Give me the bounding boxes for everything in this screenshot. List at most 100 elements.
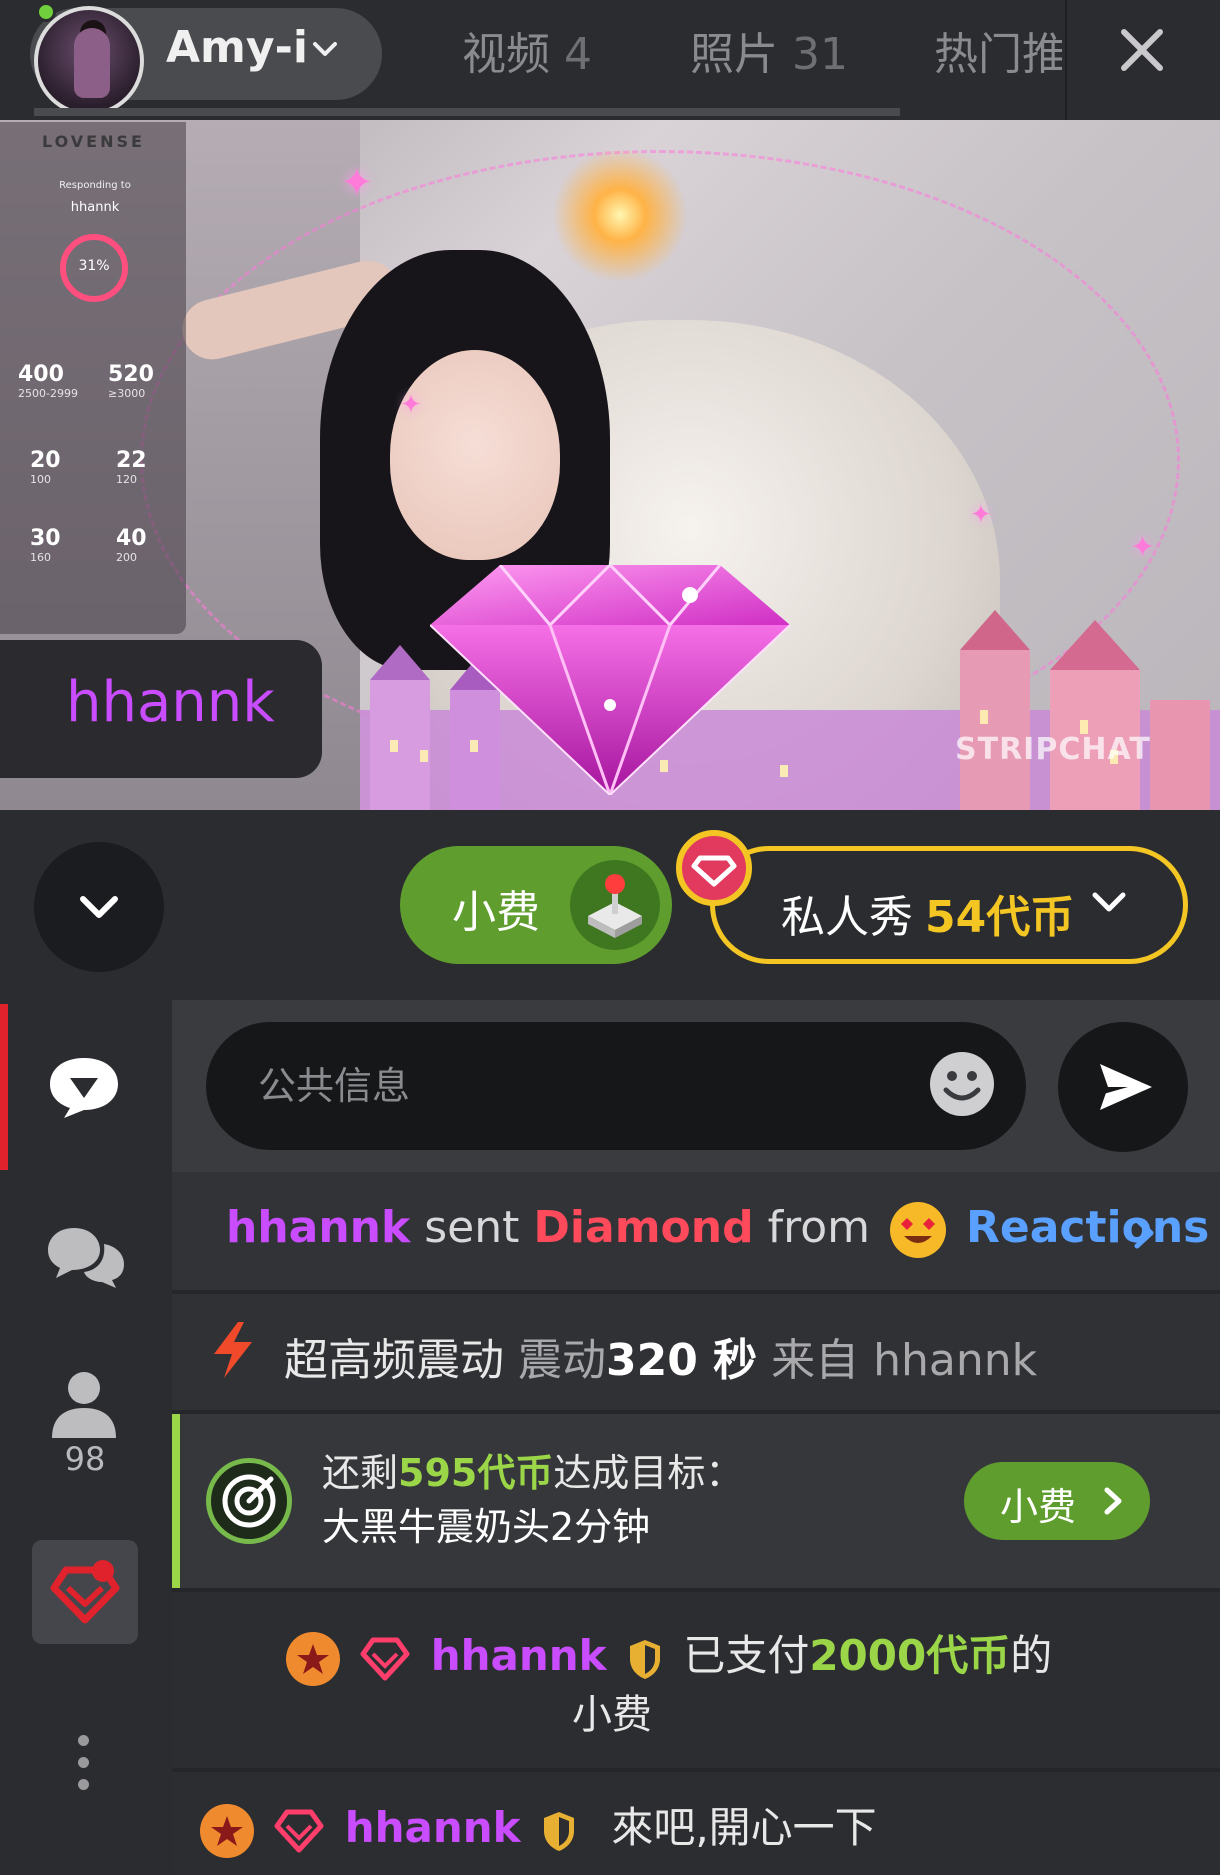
lovense-level-range: 100 [30, 473, 51, 486]
shield-icon [543, 1811, 574, 1851]
lovense-level-value: 20 [30, 448, 61, 473]
chat-panel: hhannk sent Diamond from Reactions 超高频震动… [172, 1000, 1220, 1875]
chat-message: hhannk 來吧,開心一下 [172, 1772, 1220, 1875]
tab-videos[interactable]: 视频 4 [462, 18, 592, 82]
active-indicator [0, 1004, 8, 1170]
tabs-scroll-indicator [34, 108, 900, 116]
lovense-level: 40 200 [116, 526, 196, 564]
target-icon [206, 1458, 292, 1544]
shield-icon [629, 1639, 660, 1679]
lovense-level-value: 520 [108, 362, 154, 387]
message-username[interactable]: hhannk [226, 1202, 410, 1253]
close-icon[interactable] [1118, 26, 1166, 74]
reaction-verb: sent [424, 1202, 520, 1253]
private-show-price: 54代币 [925, 892, 1075, 943]
lovense-user: hhannk [70, 200, 120, 215]
lovense-level-value: 30 [30, 526, 61, 551]
lovense-level-range: 200 [116, 551, 137, 564]
private-show-label: 私人秀 54代币 [781, 892, 1075, 943]
gem-icon [676, 830, 752, 906]
heart-eyes-emoji-icon [890, 1202, 946, 1258]
lovense-level-value: 400 [18, 362, 64, 387]
lovense-level: 400 2500-2999 [18, 362, 98, 400]
tab-photos[interactable]: 照片 31 [690, 18, 848, 82]
lovense-level-value: 40 [116, 526, 147, 551]
watermark: STRIPCHAT [955, 732, 1151, 767]
tip-button-label: 小费 [452, 887, 540, 938]
chevron-down-icon [80, 896, 118, 918]
lovense-level-range: ≥3000 [108, 387, 146, 400]
sparkle-icon: ✦ [970, 500, 992, 530]
lovense-level-range: 120 [116, 473, 137, 486]
tab-trending[interactable]: 热门推 [934, 18, 1062, 82]
message-username[interactable]: hhannk [431, 1631, 607, 1680]
vibration-source: 来自 hhannk [771, 1335, 1038, 1386]
chat-message-line: hhannk 來吧,開心一下 [200, 1794, 877, 1858]
lovense-level: 520 ≥3000 [108, 362, 188, 400]
reaction-item: Diamond [533, 1202, 754, 1253]
users-icon[interactable] [44, 1370, 124, 1440]
tab-videos-count: 4 [564, 29, 592, 80]
users-count: 98 [64, 1440, 106, 1478]
more-options-icon[interactable] [78, 1735, 89, 1801]
goal-tip-label: 小费 [1000, 1485, 1077, 1529]
tab-videos-label: 视频 [462, 29, 550, 80]
chat-message-reaction[interactable]: hhannk sent Diamond from Reactions [172, 1172, 1220, 1290]
lovense-level-value: 22 [116, 448, 147, 473]
online-status-dot [36, 2, 56, 22]
firework-effect [540, 150, 700, 280]
public-message-input[interactable] [206, 1022, 1026, 1150]
gift-sender-name: hhannk [66, 670, 275, 735]
vibration-level: 超高频震动 [284, 1335, 504, 1386]
goal-tip-button[interactable]: 小费 [964, 1462, 1150, 1540]
chat-message-vibration: 超高频震动 震动320 秒 来自 hhannk [172, 1294, 1220, 1410]
star-badge-icon [286, 1631, 340, 1686]
sparkle-icon: ✦ [340, 160, 374, 206]
model-avatar[interactable] [34, 6, 144, 116]
private-show-button[interactable]: 私人秀 54代币 [710, 846, 1188, 964]
tip-menu-tab[interactable] [32, 1540, 138, 1644]
gem-icon [360, 1637, 410, 1680]
star-badge-icon [200, 1803, 254, 1858]
model-name[interactable]: Amy-i [166, 22, 308, 73]
chevron-down-icon[interactable] [312, 36, 338, 62]
top-bar: Amy-i 视频 4 照片 31 热门推 [0, 0, 1220, 120]
public-chat-icon[interactable] [44, 1052, 124, 1122]
vibration-label: 震动 [518, 1335, 606, 1386]
chevron-right-icon[interactable] [1132, 1216, 1156, 1250]
vibration-text: 超高频震动 震动320 秒 来自 hhannk [284, 1324, 1037, 1388]
notification-dot [92, 1560, 114, 1582]
lovense-logo: LOVENSE [42, 132, 145, 151]
emoji-icon[interactable] [930, 1052, 994, 1116]
vibration-duration: 320 秒 [606, 1335, 758, 1386]
action-row: 小费 私人秀 54代币 [0, 810, 1220, 1000]
tip-button[interactable]: 小费 [400, 846, 672, 964]
lovense-panel[interactable]: LOVENSE Responding to hhannk 31% 400 250… [0, 122, 186, 634]
lovense-level-range: 2500-2999 [18, 387, 78, 400]
tab-photos-label: 照片 [690, 29, 778, 80]
chat-input-row [172, 1000, 1220, 1172]
send-button[interactable] [1058, 1022, 1188, 1152]
chevron-right-icon [1104, 1487, 1122, 1515]
message-username[interactable]: hhannk [345, 1803, 521, 1852]
private-chat-icon[interactable] [44, 1222, 128, 1292]
goal-accent-bar [172, 1414, 180, 1588]
gift-sender-pill: hhannk [0, 640, 322, 778]
gem-icon [274, 1809, 324, 1852]
send-icon [1100, 1064, 1152, 1110]
sparkle-icon: ✦ [400, 390, 422, 420]
tip-paid-line: hhannk 已支付2000代币的 [286, 1622, 1052, 1686]
tip-paid-line2: 小费 [572, 1692, 652, 1738]
collapse-button[interactable] [34, 842, 164, 972]
lovense-level: 30 160 [30, 526, 110, 564]
sparkle-icon: ✦ [1130, 530, 1156, 565]
tip-goal-message: 还剩595代币达成目标： 大黑牛震奶头2分钟 小费 [172, 1414, 1220, 1588]
diamond-gift-icon [430, 565, 790, 795]
tab-trending-label: 热门推 [934, 29, 1062, 80]
tab-photos-count: 31 [792, 29, 848, 80]
tip-amount: 2000代币 [809, 1631, 1011, 1680]
reactions-link[interactable]: Reactions [966, 1202, 1209, 1253]
reaction-from: from [767, 1202, 870, 1253]
reaction-text: hhannk sent Diamond from Reactions [226, 1202, 1209, 1258]
message-text: 來吧,開心一下 [611, 1803, 877, 1852]
